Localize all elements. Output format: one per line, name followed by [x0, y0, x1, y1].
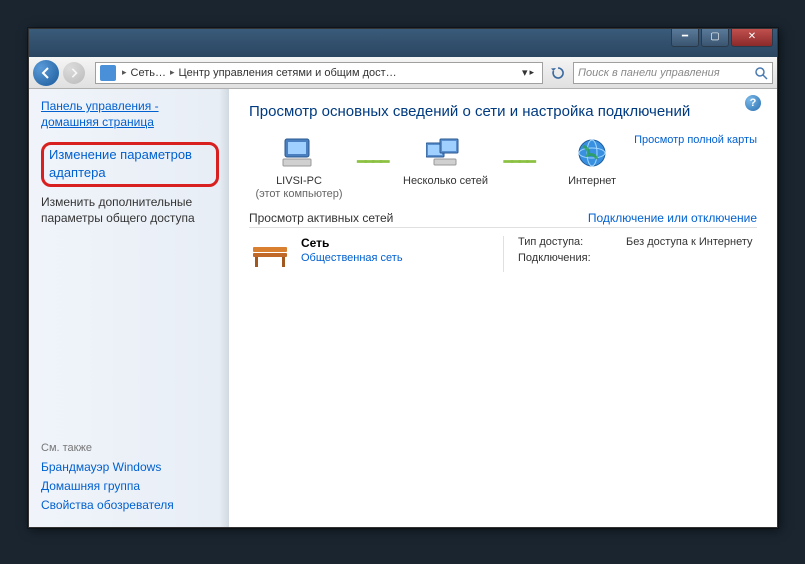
- connection-line: ━━━━: [357, 152, 388, 172]
- search-input[interactable]: Поиск в панели управления: [573, 62, 773, 84]
- search-icon: [754, 66, 768, 80]
- connections-label: Подключения:: [518, 252, 618, 264]
- multi-network-label: Несколько сетей: [396, 175, 496, 188]
- computer-name: LIVSI-PC: [249, 175, 349, 188]
- forward-button[interactable]: [63, 62, 85, 84]
- control-panel-home-link[interactable]: Панель управления - домашняя страница: [41, 99, 217, 130]
- titlebar[interactable]: ━ ▢ ✕: [29, 29, 777, 57]
- network-name: Сеть: [301, 236, 403, 250]
- homegroup-link[interactable]: Домашняя группа: [41, 479, 217, 493]
- sidebar: Панель управления - домашняя страница Из…: [29, 89, 229, 527]
- globe-icon: [542, 134, 642, 172]
- maximize-button[interactable]: ▢: [701, 29, 729, 47]
- breadcrumb-network[interactable]: Сеть…: [129, 67, 168, 79]
- active-networks-header: Просмотр активных сетей Подключение или …: [249, 211, 757, 228]
- network-type-link[interactable]: Общественная сеть: [301, 252, 403, 264]
- page-title: Просмотр основных сведений о сети и наст…: [249, 103, 757, 120]
- close-button[interactable]: ✕: [731, 29, 773, 47]
- connect-disconnect-link[interactable]: Подключение или отключение: [588, 211, 757, 225]
- bench-icon: [249, 236, 291, 272]
- view-full-map-link[interactable]: Просмотр полной карты: [634, 134, 757, 146]
- firewall-link[interactable]: Брандмауэр Windows: [41, 460, 217, 474]
- breadcrumb[interactable]: ▸ Сеть… ▸ Центр управления сетями и общи…: [95, 62, 543, 84]
- map-multiple-networks: Несколько сетей: [396, 134, 496, 188]
- minimize-button[interactable]: ━: [671, 29, 699, 47]
- computer-sublabel: (этот компьютер): [249, 188, 349, 201]
- breadcrumb-current[interactable]: Центр управления сетями и общим дост…: [177, 67, 399, 79]
- chevron-right-icon: ▸: [120, 67, 129, 78]
- breadcrumb-dropdown[interactable]: ▾ ▸: [518, 66, 538, 79]
- search-placeholder: Поиск в панели управления: [578, 67, 720, 79]
- advanced-sharing-link[interactable]: Изменить дополнительные параметры общего…: [41, 195, 217, 226]
- access-type-label: Тип доступа:: [518, 236, 618, 248]
- main-content: ? Просмотр основных сведений о сети и на…: [229, 89, 777, 527]
- connections-value: [626, 252, 753, 264]
- active-networks-title: Просмотр активных сетей: [249, 211, 393, 225]
- network-entry: Сеть Общественная сеть Тип доступа: Без …: [249, 236, 757, 272]
- change-adapter-settings-link[interactable]: Изменение параметров адаптера: [41, 140, 217, 187]
- refresh-button[interactable]: [547, 62, 569, 84]
- network-center-icon: [100, 65, 116, 81]
- back-button[interactable]: [33, 60, 59, 86]
- map-internet: Интернет: [542, 134, 642, 188]
- see-also-label: См. также: [41, 442, 217, 454]
- navigation-bar: ▸ Сеть… ▸ Центр управления сетями и общи…: [29, 57, 777, 89]
- chevron-right-icon: ▸: [168, 67, 177, 78]
- map-this-computer: LIVSI-PC (этот компьютер): [249, 134, 349, 201]
- internet-options-link[interactable]: Свойства обозревателя: [41, 498, 217, 512]
- connection-line: ━━━━: [504, 152, 535, 172]
- computer-icon: [249, 134, 349, 172]
- multi-network-icon: [396, 134, 496, 172]
- network-map: Просмотр полной карты LIVSI-PC (этот ком…: [249, 134, 757, 201]
- internet-label: Интернет: [542, 175, 642, 188]
- help-icon[interactable]: ?: [745, 95, 761, 111]
- access-type-value: Без доступа к Интернету: [626, 236, 753, 248]
- control-panel-window: ━ ▢ ✕ ▸ Сеть… ▸ Центр управления сетями …: [28, 28, 778, 528]
